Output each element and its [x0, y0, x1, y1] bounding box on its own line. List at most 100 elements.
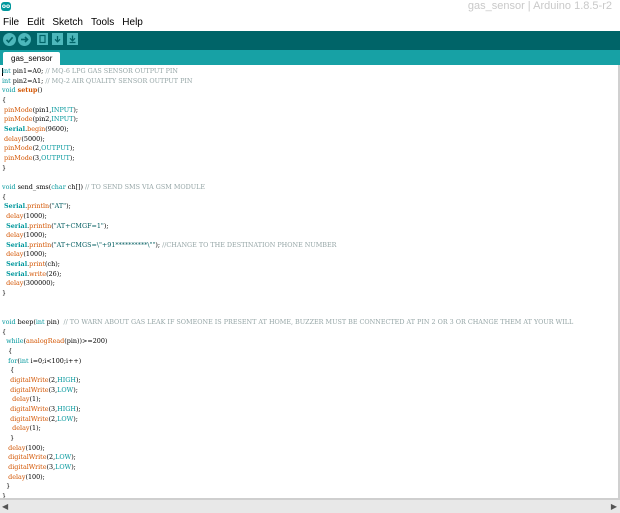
code-token: setup	[17, 86, 38, 95]
menu-sketch[interactable]: Sketch	[51, 17, 84, 28]
code-token: // MQ-6 LPG GAS SENSOR OUTPUT PIN	[45, 67, 178, 75]
new-icon	[39, 34, 46, 44]
tab-gas-sensor[interactable]: gas_sensor	[3, 52, 61, 65]
code-token: Serial	[6, 269, 28, 278]
code-token: while	[6, 337, 24, 346]
code-line: digitalWrite(3,LOW);	[2, 386, 573, 396]
code-line: }	[2, 289, 573, 299]
scroll-right-icon[interactable]: ▶	[611, 502, 617, 511]
code-token: void	[2, 318, 16, 327]
code-token: (pin1,	[32, 105, 52, 114]
code-line: {	[2, 347, 573, 357]
code-line: delay(5000);	[2, 135, 573, 145]
save-icon	[69, 35, 76, 44]
code-editor[interactable]: int pin1=A0; // MQ-6 LPG GAS SENSOR OUTP…	[0, 65, 620, 500]
verify-button[interactable]	[3, 33, 16, 46]
code-token: pinMode	[4, 105, 33, 114]
code-token: );	[103, 221, 109, 230]
upload-button[interactable]	[18, 33, 31, 46]
code-token: Serial	[6, 221, 28, 230]
code-token: ch[])	[65, 182, 86, 191]
code-line: int pin2=A1; // MQ-2 AIR QUALITY SENSOR …	[2, 77, 573, 87]
code-token: (2,	[48, 376, 58, 384]
code-token: );	[69, 144, 75, 153]
code-line: delay(1000);	[2, 212, 573, 222]
code-line: delay(1);	[2, 424, 573, 434]
menu-help[interactable]: Help	[121, 17, 144, 28]
code-token: delay	[6, 279, 24, 288]
horizontal-scrollbar[interactable]: ◀ ▶	[0, 500, 620, 513]
code-token: int	[2, 67, 11, 75]
code-token: (ch);	[45, 260, 60, 269]
code-token: (pin2,	[32, 115, 52, 124]
code-line: Serial.write(26);	[2, 270, 573, 280]
code-line: digitalWrite(3,HIGH);	[2, 405, 573, 415]
code-token: pin)	[44, 318, 64, 327]
open-icon	[54, 36, 61, 43]
code-token: i=0;i<100;i++)	[28, 356, 82, 365]
code-token: int	[35, 318, 45, 327]
new-button[interactable]	[37, 33, 48, 45]
code-token: {	[2, 366, 15, 375]
code-token: );	[73, 105, 79, 114]
menu-edit[interactable]: Edit	[26, 17, 45, 28]
arduino-logo-icon: oo	[1, 2, 11, 11]
code-token: digitalWrite	[10, 385, 49, 394]
code-token: );	[75, 404, 81, 413]
verify-icon	[5, 36, 14, 44]
code-token: LOW	[55, 462, 72, 471]
code-line: {	[2, 193, 573, 203]
menu-file[interactable]: File	[2, 17, 20, 28]
code-token: Serial	[4, 124, 26, 133]
code-line: int pin1=A0; // MQ-6 LPG GAS SENSOR OUTP…	[2, 67, 573, 77]
code-token: "AT+CMGS=\"+91**********\""	[53, 240, 156, 249]
code-line: delay(1);	[2, 395, 573, 405]
code-token: delay	[4, 134, 22, 143]
code-token: println	[29, 240, 52, 249]
code-line: }	[2, 164, 573, 174]
code-token: (1);	[29, 424, 41, 433]
code-token: void	[2, 86, 16, 95]
code-token: }	[2, 163, 7, 172]
code-token: digitalWrite	[10, 404, 49, 413]
code-line: digitalWrite(2,LOW);	[2, 453, 573, 463]
code-token: }	[2, 289, 7, 298]
code-token: write	[29, 269, 47, 278]
code-token: char	[51, 182, 66, 191]
open-button[interactable]	[52, 33, 63, 45]
code-token: {	[2, 95, 7, 104]
code-token: int	[19, 356, 29, 365]
code-token: pin2=A1;	[10, 76, 46, 85]
code-line: void beep(int pin) // TO WARN ABOUT GAS …	[2, 318, 573, 328]
code-token: print	[29, 260, 46, 269]
code-token: digitalWrite	[8, 453, 47, 462]
code-line: Serial.println("AT");	[2, 202, 573, 212]
menu-tools[interactable]: Tools	[90, 17, 115, 28]
code-token: );	[71, 453, 76, 462]
code-token: );	[66, 202, 71, 211]
code-token: (1000);	[23, 231, 47, 240]
code-token: {	[2, 192, 7, 201]
code-token: void	[2, 182, 16, 191]
code-line: {	[2, 328, 573, 338]
code-token: Serial	[6, 240, 28, 249]
code-token: }	[2, 482, 11, 491]
code-token: OUTPUT	[41, 144, 70, 153]
code-token: delay	[6, 250, 24, 259]
code-token: (26);	[46, 269, 62, 278]
code-text: int pin1=A0; // MQ-6 LPG GAS SENSOR OUTP…	[2, 67, 573, 500]
code-token: (100);	[25, 472, 45, 481]
code-token: int	[2, 76, 11, 85]
code-line: }	[2, 434, 573, 444]
code-line: digitalWrite(3,LOW);	[2, 463, 573, 473]
code-token: beep(	[15, 318, 36, 327]
code-token: (3,	[46, 462, 56, 471]
code-token: );	[73, 414, 78, 423]
save-button[interactable]	[67, 33, 78, 45]
code-token: (1);	[29, 395, 41, 404]
code-token: (1000);	[23, 211, 47, 220]
code-line: pinMode(pin2,INPUT);	[2, 115, 573, 125]
scroll-left-icon[interactable]: ◀	[2, 502, 8, 511]
